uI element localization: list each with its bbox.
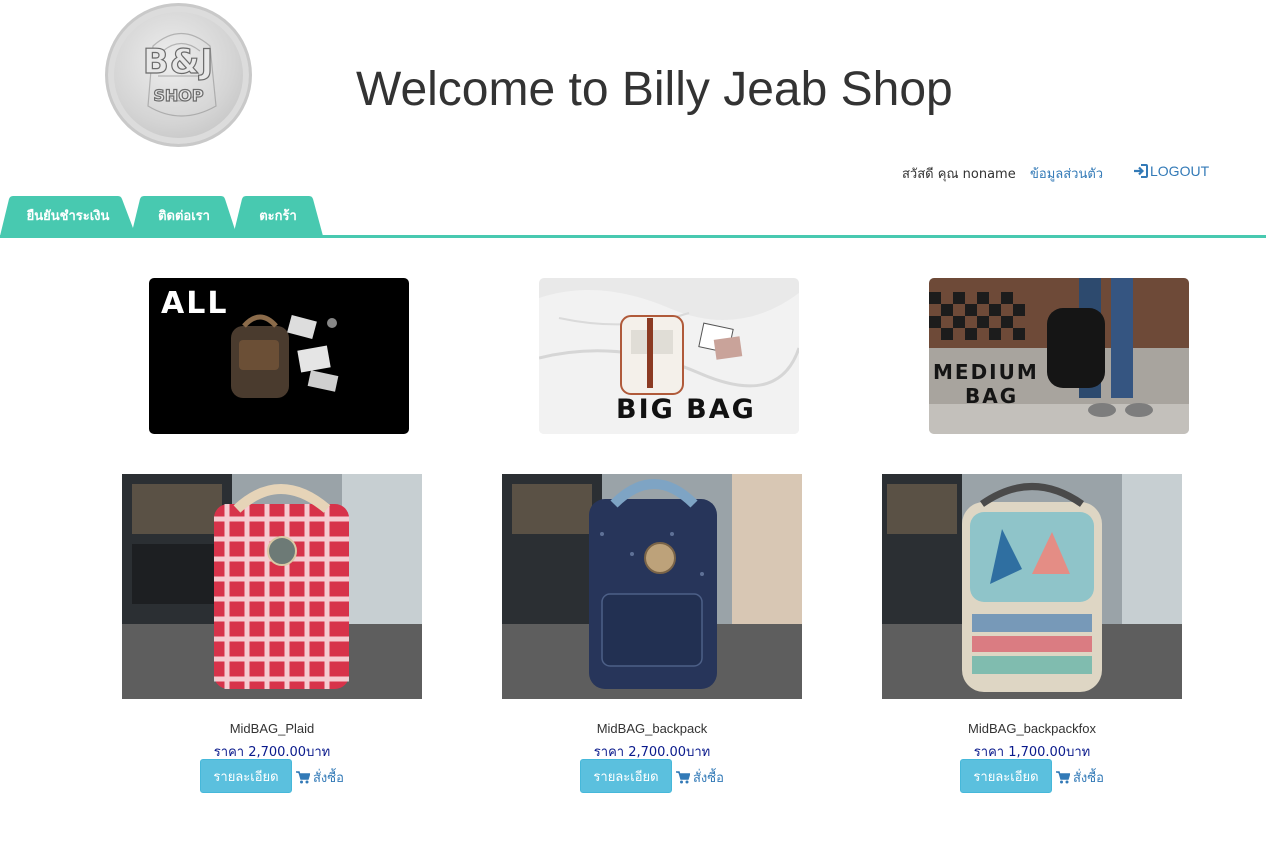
log-in-icon [1134,164,1148,178]
product-name: MidBAG_backpack [596,721,708,736]
product-image[interactable] [502,474,802,699]
logo-text-primary: B&J [142,41,215,82]
category-banner-big-bag[interactable]: BIG BAG [539,278,799,434]
order-link[interactable]: สั่งซื้อ [296,767,344,788]
tab-label: ยืนยันชำระเงิน [26,209,110,224]
order-link[interactable]: สั่งซื้อ [676,767,724,788]
tab-payment-confirm[interactable]: ยืนยันชำระเงิน [0,195,136,236]
category-label: BIG BAG [616,394,756,425]
shopping-cart-icon [296,771,311,784]
category-banner-all[interactable]: ALL [149,278,409,434]
logo-text-secondary: SHOP [153,85,204,105]
shopping-cart-icon [1056,771,1071,784]
category-label: MEDIUM [933,360,1039,384]
product-detail-button[interactable]: รายละเอียด [960,759,1052,793]
product-image[interactable] [122,474,422,699]
logout-link[interactable]: LOGOUT [1133,163,1209,179]
logout-label: LOGOUT [1150,163,1210,179]
category-label: ALL [161,286,229,321]
tab-cart[interactable]: ตะกร้า [233,195,323,236]
tab-label: ติดต่อเรา [158,209,210,224]
profile-link[interactable]: ข้อมูลส่วนตัว [1030,163,1103,184]
nav-underline [0,235,1266,238]
product-name: MidBAG_backpackfox [968,721,1096,736]
order-label: สั่งซื้อ [693,771,724,786]
order-label: สั่งซื้อ [1073,771,1104,786]
category-banner-medium-bag[interactable]: MEDIUM BAG [929,278,1189,434]
product-detail-button[interactable]: รายละเอียด [200,759,292,793]
product-detail-button[interactable]: รายละเอียด [580,759,672,793]
shopping-cart-icon [676,771,691,784]
tab-contact[interactable]: ติดต่อเรา [131,195,237,236]
category-label: BAG [965,384,1019,408]
order-link[interactable]: สั่งซื้อ [1056,767,1104,788]
main-nav-tabs: ยืนยันชำระเงิน ติดต่อเรา ตะกร้า [0,195,1266,236]
shop-logo: B&J SHOP [105,3,252,147]
tab-label: ตะกร้า [259,209,297,224]
product-image[interactable] [882,474,1182,699]
site-title: Welcome to Billy Jeab Shop [356,63,953,116]
product-name: MidBAG_Plaid [229,721,315,736]
order-label: สั่งซื้อ [313,771,344,786]
user-greeting: สวัสดี คุณ noname [902,167,1016,182]
